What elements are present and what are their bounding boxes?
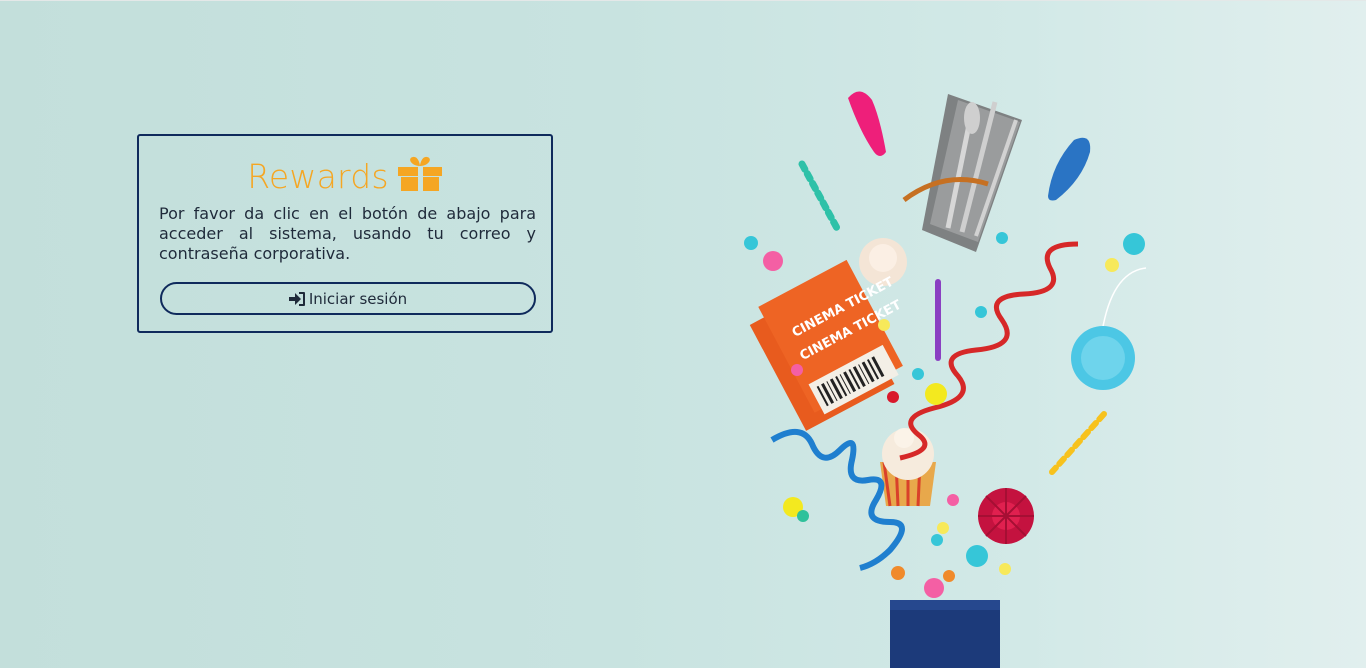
ticket-text-2: CINEMA TICKET <box>797 298 904 364</box>
party-illustration: CINEMA TICKET CINEMA TICKET <box>744 91 1147 668</box>
top-divider <box>0 0 1366 1</box>
card-title: Rewards <box>139 156 551 196</box>
confetti <box>744 232 1145 598</box>
cinema-tickets-image: CINEMA TICKET CINEMA TICKET <box>749 259 904 431</box>
sign-in-icon <box>288 291 305 306</box>
cupcake-image <box>859 238 907 286</box>
gift-box-image <box>890 600 1000 668</box>
napkin-cutlery-image <box>902 94 1022 252</box>
ticket-text: CINEMA TICKET <box>790 275 897 341</box>
card-title-text: Rewards <box>247 157 389 196</box>
login-button-label: Iniciar sesión <box>308 289 408 308</box>
ribbon-bow-image <box>978 488 1034 544</box>
card-description: Por favor da clic en el botón de abajo p… <box>159 204 536 263</box>
login-button[interactable]: Iniciar sesión <box>160 282 536 315</box>
login-card: Rewards Por favor da clic en el botón de… <box>137 134 553 333</box>
honeycomb-ball-image <box>1071 267 1147 390</box>
cupcake-image-2 <box>880 428 936 507</box>
gift-icon <box>397 156 443 200</box>
